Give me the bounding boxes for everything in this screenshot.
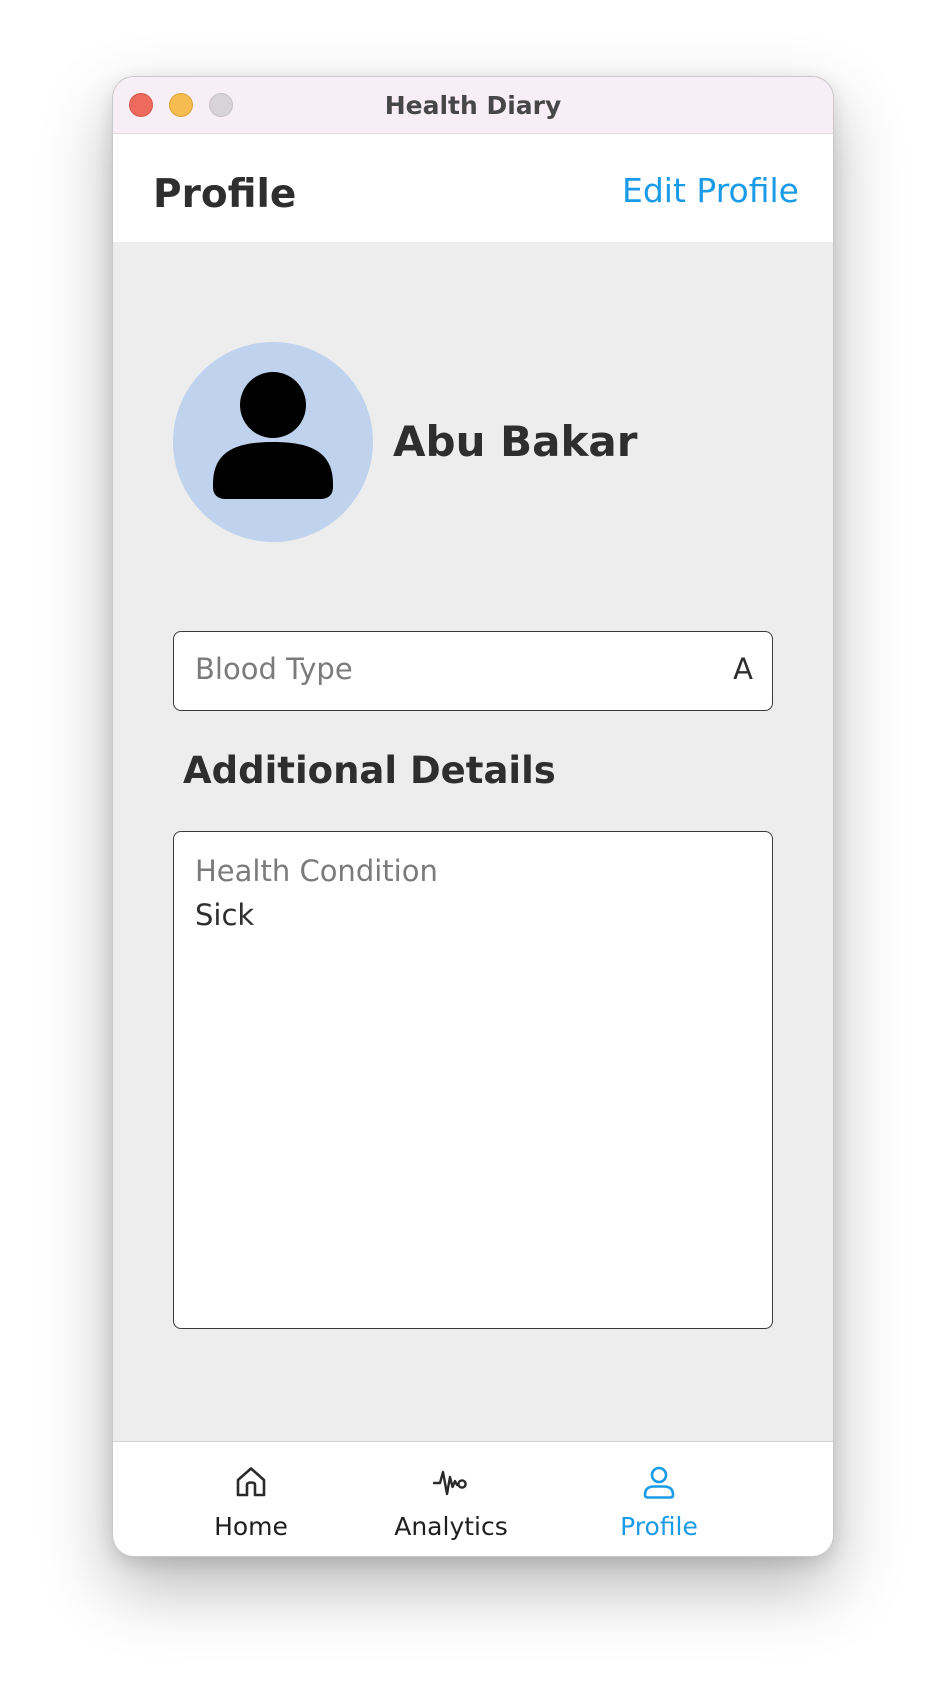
health-condition-field[interactable]: Health Condition Sick	[173, 831, 773, 1329]
blood-type-value: A	[733, 652, 753, 686]
page-header: Profile Edit Profile	[113, 134, 833, 242]
tab-analytics[interactable]: Analytics	[371, 1442, 531, 1556]
bottom-tab-bar: Home Analytics Profile	[113, 1441, 833, 1556]
pulse-icon	[433, 1470, 467, 1496]
app-window: Health Diary Profile Edit Profile Abu Ba…	[112, 76, 834, 1557]
tab-profile-label: Profile	[620, 1512, 698, 1541]
tab-home-label: Home	[214, 1512, 288, 1541]
health-condition-value: Sick	[195, 898, 255, 932]
person-icon	[213, 372, 333, 499]
person-icon	[643, 1466, 675, 1499]
page-title: Profile	[153, 172, 297, 217]
tab-home[interactable]: Home	[171, 1442, 331, 1556]
home-icon	[236, 1467, 266, 1497]
avatar	[173, 342, 373, 542]
tab-profile[interactable]: Profile	[579, 1442, 739, 1556]
blood-type-field[interactable]: Blood Type A	[173, 631, 773, 711]
title-bar: Health Diary	[113, 77, 833, 134]
additional-details-heading: Additional Details	[183, 749, 556, 792]
user-name: Abu Bakar	[393, 417, 638, 466]
window-title: Health Diary	[384, 91, 562, 120]
health-condition-label: Health Condition	[195, 854, 438, 888]
tab-analytics-label: Analytics	[394, 1512, 508, 1541]
edit-profile-button[interactable]: Edit Profile	[622, 171, 799, 210]
blood-type-label: Blood Type	[195, 652, 353, 686]
